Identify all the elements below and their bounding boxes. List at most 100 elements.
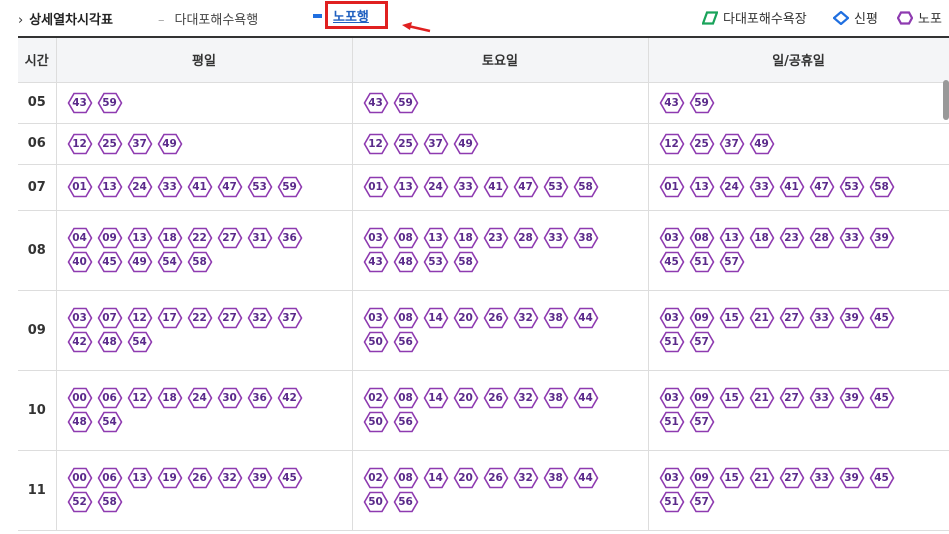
departure-minute-chip: 12: [363, 133, 389, 155]
minute-label: 09: [694, 392, 709, 404]
minute-label: 13: [398, 181, 413, 193]
weekday-cell: 04 09 13 18 22 27 31 36 40 45 49 54 58: [56, 210, 353, 291]
minute-label: 15: [724, 392, 739, 404]
minute-label: 54: [102, 416, 117, 428]
departure-list: 03 09 15 21 27 33 39 45 51 57: [659, 467, 921, 513]
departure-minute-chip: 18: [157, 387, 183, 409]
departure-minute-chip: 08: [393, 307, 419, 329]
minute-label: 12: [368, 137, 383, 150]
departure-minute-chip: 36: [247, 387, 273, 409]
departure-list: 03 08 13 18 23 28 33 39 45 51 57: [659, 227, 921, 273]
minute-label: 33: [458, 181, 473, 193]
minute-label: 21: [754, 312, 769, 324]
saturday-cell: 03 08 14 20 26 32 38 44 50 56: [352, 290, 649, 371]
minute-label: 56: [398, 416, 413, 428]
minute-label: 14: [428, 312, 443, 324]
departure-minute-chip: 22: [187, 227, 213, 249]
weekday-cell: 01 13 24 33 41 47 53 59: [56, 164, 353, 211]
departure-minute-chip: 37: [277, 307, 303, 329]
minute-label: 59: [694, 96, 709, 109]
minute-label: 44: [578, 392, 593, 404]
minute-label: 53: [844, 181, 859, 193]
minute-label: 50: [368, 336, 383, 348]
minute-label: 51: [664, 416, 679, 428]
departure-minute-chip: 59: [277, 176, 303, 198]
minute-label: 08: [694, 232, 709, 244]
minute-label: 27: [222, 232, 237, 244]
active-tab-marker: [313, 14, 322, 18]
minute-label: 33: [814, 312, 829, 324]
minute-label: 45: [282, 472, 297, 484]
minute-label: 59: [398, 96, 413, 109]
minute-label: 49: [132, 256, 147, 268]
timetable-body: 05 43 59 43 59 43 59 06 12 25 37 49 12 25 37 49 12 25 37 49…: [18, 82, 949, 531]
departure-minute-chip: 20: [453, 467, 479, 489]
departure-minute-chip: 53: [839, 176, 865, 198]
departure-minute-chip: 53: [543, 176, 569, 198]
minute-label: 37: [428, 137, 443, 150]
minute-label: 43: [368, 256, 383, 268]
departure-minute-chip: 58: [869, 176, 895, 198]
minute-label: 12: [132, 392, 147, 404]
departure-minute-chip: 43: [363, 92, 389, 114]
minute-label: 02: [368, 472, 383, 484]
departure-minute-chip: 32: [247, 307, 273, 329]
departure-minute-chip: 09: [97, 227, 123, 249]
minute-label: 33: [814, 392, 829, 404]
departure-minute-chip: 36: [277, 227, 303, 249]
departure-minute-chip: 58: [453, 251, 479, 273]
departure-list: 00 06 12 18 24 30 36 42 48 54: [67, 387, 329, 433]
minute-label: 09: [102, 232, 117, 244]
departure-minute-chip: 48: [393, 251, 419, 273]
departure-list: 02 08 14 20 26 32 38 44 50 56: [363, 467, 625, 513]
minute-label: 06: [102, 472, 117, 484]
holiday-cell: 03 09 15 21 27 33 39 45 51 57: [648, 290, 949, 371]
minute-label: 13: [724, 232, 739, 244]
minute-label: 12: [664, 137, 679, 150]
departure-minute-chip: 57: [689, 331, 715, 353]
departure-minute-chip: 58: [187, 251, 213, 273]
minute-label: 50: [368, 416, 383, 428]
minute-label: 22: [192, 232, 207, 244]
minute-label: 21: [754, 392, 769, 404]
minute-label: 42: [282, 392, 297, 404]
minute-label: 54: [132, 336, 147, 348]
tab-label: 다대포해수욕행: [174, 13, 259, 28]
departure-minute-chip: 54: [127, 331, 153, 353]
tab-direction-dadaepo[interactable]: – 다대포해수욕행: [158, 9, 258, 28]
departure-minute-chip: 18: [749, 227, 775, 249]
departure-minute-chip: 25: [393, 133, 419, 155]
minute-label: 20: [458, 392, 473, 404]
minute-label: 15: [724, 472, 739, 484]
departure-minute-chip: 13: [719, 227, 745, 249]
departure-minute-chip: 44: [573, 387, 599, 409]
departure-minute-chip: 45: [869, 307, 895, 329]
minute-label: 14: [428, 472, 443, 484]
tab-direction-nopo[interactable]: 노포행: [333, 6, 369, 25]
departure-minute-chip: 42: [277, 387, 303, 409]
minute-label: 08: [398, 392, 413, 404]
minute-label: 51: [664, 496, 679, 508]
minute-label: 24: [724, 181, 739, 193]
scrollbar-thumb[interactable]: [943, 80, 949, 120]
minute-label: 32: [518, 312, 533, 324]
minute-label: 41: [488, 181, 503, 193]
departure-minute-chip: 23: [779, 227, 805, 249]
departure-minute-chip: 52: [67, 491, 93, 513]
minute-label: 57: [724, 256, 739, 268]
departure-minute-chip: 12: [67, 133, 93, 155]
departure-minute-chip: 37: [423, 133, 449, 155]
departure-minute-chip: 20: [453, 387, 479, 409]
minute-label: 51: [694, 256, 709, 268]
departure-minute-chip: 49: [453, 133, 479, 155]
minute-label: 28: [518, 232, 533, 244]
minute-label: 01: [368, 181, 383, 193]
departure-minute-chip: 31: [247, 227, 273, 249]
minute-label: 01: [72, 181, 87, 193]
minute-label: 53: [548, 181, 563, 193]
minute-label: 53: [252, 181, 267, 193]
minute-label: 38: [548, 472, 563, 484]
weekday-cell: 00 06 12 18 24 30 36 42 48 54: [56, 370, 353, 451]
minute-label: 39: [844, 312, 859, 324]
departure-minute-chip: 24: [127, 176, 153, 198]
